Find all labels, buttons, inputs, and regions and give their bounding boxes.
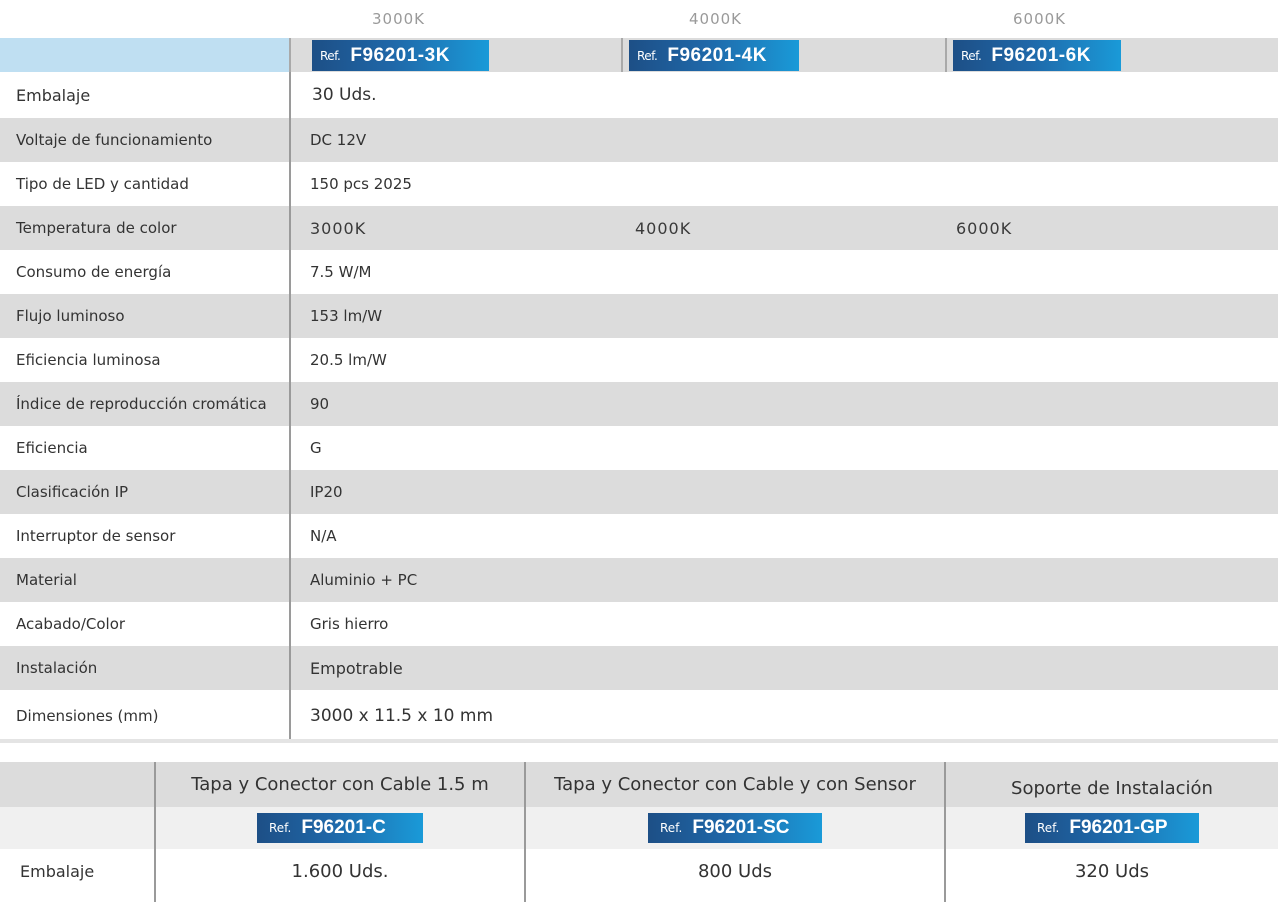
ref-badge-c: Ref. F96201-C [257, 813, 423, 843]
accessory-ref-cell: Ref. F96201-GP [946, 807, 1278, 849]
temp-header-6000k: 6000K [1013, 10, 1067, 28]
spec-label: Instalación [0, 646, 291, 690]
accessory-title: Tapa y Conector con Cable y con Sensor [554, 774, 916, 795]
spec-value: 150 pcs 2025 [310, 175, 412, 193]
accessory-packaging-label: Embalaje [20, 862, 95, 881]
accessory-title: Tapa y Conector con Cable 1.5 m [191, 774, 489, 795]
ref-label: Ref. [320, 48, 341, 63]
spec-row-consumo: Consumo de energía 7.5 W/M [0, 250, 1278, 294]
ref-label: Ref. [660, 821, 683, 835]
ref-label: Ref. [1037, 821, 1060, 835]
spec-label: Tipo de LED y cantidad [0, 162, 291, 206]
spec-label: Material [0, 558, 291, 602]
column-separator [621, 38, 623, 72]
spec-row-flujo: Flujo luminoso 153 lm/W [0, 294, 1278, 338]
accessories-table: Tapa y Conector con Cable 1.5 m Tapa y C… [0, 762, 1278, 894]
spec-value: 30 Uds. [312, 85, 377, 105]
spec-value: 153 lm/W [310, 307, 383, 325]
ref-badge-6k: Ref. F96201-6K [953, 40, 1121, 71]
spec-value: IP20 [310, 483, 343, 501]
spec-row-instalacion: Instalación Empotrable [0, 646, 1278, 690]
ref-badge-4k: Ref. F96201-4K [629, 40, 799, 71]
accessory-ref-cell: Ref. F96201-C [156, 807, 524, 849]
spec-value: Empotrable [310, 658, 403, 678]
spec-label: Embalaje [0, 72, 291, 118]
spec-row-material: Material Aluminio + PC [0, 558, 1278, 602]
spec-value: G [310, 439, 322, 457]
spec-value: 20.5 lm/W [310, 351, 387, 369]
spec-value: N/A [310, 527, 337, 545]
accessory-ref-cell: Ref. F96201-SC [526, 807, 944, 849]
column-separator [944, 762, 946, 902]
ref-label: Ref. [637, 48, 658, 63]
ref-badge-gp: Ref. F96201-GP [1025, 813, 1199, 843]
ref-code: F96201-SC [692, 817, 790, 838]
ref-badge-3k: Ref. F96201-3K [312, 40, 489, 71]
spec-row-tipo-led: Tipo de LED y cantidad 150 pcs 2025 [0, 162, 1278, 206]
temp-value-4000k: 4000K [635, 218, 692, 238]
accessories-packaging-row: Embalaje 1.600 Uds. 800 Uds 320 Uds [0, 849, 1278, 894]
temp-value-6000k: 6000K [956, 218, 1013, 238]
spec-table: Embalaje 30 Uds. Voltaje de funcionamien… [0, 72, 1278, 741]
spec-label: Consumo de energía [0, 250, 291, 294]
spec-row-voltaje: Voltaje de funcionamiento DC 12V [0, 118, 1278, 162]
spec-row-dimensiones: Dimensiones (mm) 3000 x 11.5 x 10 mm [0, 690, 1278, 741]
column-separator [524, 762, 526, 902]
ref-label: Ref. [269, 821, 292, 835]
spec-label: Eficiencia [0, 426, 291, 470]
spec-row-ip: Clasificación IP IP20 [0, 470, 1278, 514]
accessory-packaging: 800 Uds [697, 861, 773, 882]
column-separator [945, 38, 947, 72]
spec-label: Temperatura de color [0, 206, 291, 250]
column-separator [289, 38, 291, 72]
temp-value-3000k: 3000K [310, 218, 367, 238]
accessories-title-row: Tapa y Conector con Cable 1.5 m Tapa y C… [0, 762, 1278, 807]
ref-code: F96201-C [301, 817, 386, 838]
spec-label: Flujo luminoso [0, 294, 291, 338]
accessory-packaging: 1.600 Uds. [291, 861, 389, 882]
accessories-ref-row: Ref. F96201-C Ref. F96201-SC Ref. F96201… [0, 807, 1278, 849]
spec-row-acabado: Acabado/Color Gris hierro [0, 602, 1278, 646]
spec-value: DC 12V [310, 131, 367, 149]
ref-code: F96201-3K [350, 44, 450, 66]
spec-row-eficiencia-luminosa: Eficiencia luminosa 20.5 lm/W [0, 338, 1278, 382]
spec-value: 90 [310, 395, 330, 413]
temp-header-3000k: 3000K [372, 10, 426, 28]
spec-label: Voltaje de funcionamiento [0, 118, 291, 162]
spec-value: Aluminio + PC [310, 571, 418, 589]
spec-row-sensor: Interruptor de sensor N/A [0, 514, 1278, 558]
accessory-packaging: 320 Uds [1074, 861, 1150, 882]
accessory-title: Soporte de Instalación [1011, 778, 1213, 799]
ref-strip-label-cell [0, 38, 291, 72]
temp-header-4000k: 4000K [689, 10, 743, 28]
ref-code: F96201-4K [667, 44, 767, 66]
spec-row-temperatura: Temperatura de color 3000K 4000K 6000K [0, 206, 1278, 250]
column-separator [154, 762, 156, 902]
spec-label: Índice de reproducción cromática [0, 382, 291, 426]
spec-label: Interruptor de sensor [0, 514, 291, 558]
spec-label: Acabado/Color [0, 602, 291, 646]
ref-code: F96201-GP [1069, 817, 1168, 838]
spec-value: 3000 x 11.5 x 10 mm [310, 705, 494, 726]
ref-code: F96201-6K [991, 44, 1091, 66]
spec-row-embalaje: Embalaje 30 Uds. [0, 72, 1278, 118]
spec-label: Eficiencia luminosa [0, 338, 291, 382]
spec-row-cri: Índice de reproducción cromática 90 [0, 382, 1278, 426]
ref-badge-sc: Ref. F96201-SC [648, 813, 822, 843]
spec-value: 7.5 W/M [310, 263, 372, 281]
spec-label: Dimensiones (mm) [0, 690, 291, 741]
spec-row-eficiencia: Eficiencia G [0, 426, 1278, 470]
spec-label: Clasificación IP [0, 470, 291, 514]
spec-value: Gris hierro [310, 615, 389, 633]
ref-label: Ref. [961, 48, 982, 63]
table-bottom-border [0, 739, 1278, 743]
